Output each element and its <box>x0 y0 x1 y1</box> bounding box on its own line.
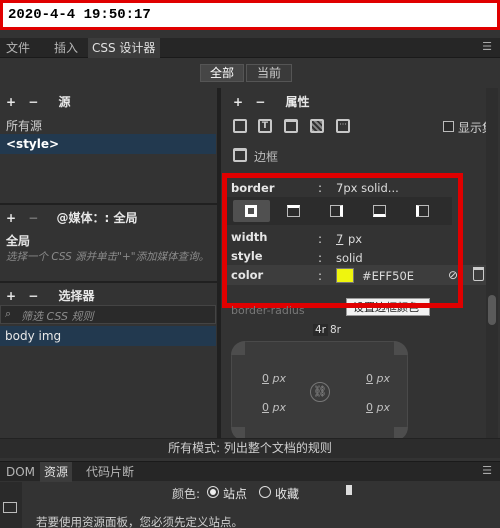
scrollbar-thumb[interactable] <box>488 295 496 325</box>
media-hint: 选择一个 CSS 源并单击"+"添加媒体查询。 <box>6 251 210 263</box>
favorites-radio[interactable] <box>259 486 271 498</box>
add-media-button[interactable]: + <box>6 211 16 225</box>
status-bar: 所有模式: 列出整个文档的规则 <box>0 438 500 458</box>
background-icon[interactable] <box>310 119 324 133</box>
properties-title: 属性 <box>285 95 310 109</box>
source-item-style: <style> <box>6 137 60 151</box>
trash-icon[interactable] <box>473 267 484 281</box>
media-global[interactable]: 全局 <box>6 232 30 249</box>
border-section-icon <box>233 148 247 162</box>
add-source-button[interactable]: + <box>6 95 16 109</box>
section-title: 边框 <box>254 150 279 164</box>
annotation-highlight <box>222 173 463 308</box>
sources-header: + − 源 <box>6 93 211 110</box>
tab-dom[interactable]: DOM <box>2 462 39 482</box>
selector-item: body img <box>5 329 62 343</box>
show-set-checkbox[interactable] <box>443 121 454 132</box>
link-radius-icon[interactable]: ⛓ <box>310 382 330 402</box>
radius-mode-8r[interactable]: 8r <box>330 324 341 336</box>
selector-filter-box[interactable]: ⌕ 筛选 CSS 规则 <box>0 305 216 324</box>
section-divider <box>0 203 217 205</box>
timestamp: 2020-4-4 19:50:17 <box>8 7 151 23</box>
site-radio[interactable] <box>207 486 219 498</box>
mode-current-button[interactable]: 当前 <box>246 64 292 82</box>
media-header: + − @媒体：: 全局 <box>6 209 211 226</box>
border-icon[interactable] <box>284 119 298 133</box>
radius-tl-value[interactable]: 0 px <box>262 372 286 385</box>
source-item-all[interactable]: 所有源 <box>6 117 42 134</box>
radius-bl-value[interactable]: 0 px <box>262 401 286 414</box>
tab-snippets[interactable]: 代码片断 <box>82 462 138 482</box>
border-radius-preview: ⛓ <box>231 341 408 441</box>
panel-divider[interactable] <box>217 88 221 438</box>
remove-property-button[interactable]: − <box>255 95 265 109</box>
corner-top-left[interactable] <box>231 341 245 355</box>
section-divider <box>0 281 217 283</box>
remove-media-button[interactable]: − <box>28 211 38 225</box>
more-icon[interactable]: ··· <box>336 119 350 133</box>
menu-icon[interactable]: ☰ <box>482 464 492 477</box>
panel-tab-bar: 文件 插入 CSS 设计器 ☰ <box>0 38 500 58</box>
radius-br-value[interactable]: 0 px <box>366 401 390 414</box>
tab-insert[interactable]: 插入 <box>50 38 82 58</box>
layout-icon[interactable] <box>233 119 247 133</box>
media-title: @媒体：: 全局 <box>56 211 138 225</box>
favorites-radio-label[interactable]: 收藏 <box>275 485 299 502</box>
tab-file[interactable]: 文件 <box>2 38 34 58</box>
selectors-header: + − 选择器 <box>6 287 211 304</box>
timestamp-bar: 2020-4-4 19:50:17 <box>0 0 500 30</box>
tab-css-designer[interactable]: CSS 设计器 <box>88 38 160 58</box>
search-icon: ⌕ <box>5 307 12 320</box>
radio-dot <box>210 489 216 495</box>
bottom-tab-bar: DOM 资源 代码片断 ☰ <box>0 461 500 482</box>
site-radio-label[interactable]: 站点 <box>223 485 247 502</box>
remove-source-button[interactable]: − <box>28 95 38 109</box>
corner-top-right[interactable] <box>394 341 408 355</box>
assets-color-label: 颜色: <box>172 487 201 501</box>
properties-scrollbar[interactable] <box>486 88 498 438</box>
remove-selector-button[interactable]: − <box>28 289 38 303</box>
border-radius-label: border-radius <box>231 304 305 317</box>
mode-all-button[interactable]: 全部 <box>200 64 244 82</box>
properties-header: + − 属性 <box>233 93 483 110</box>
selector-filter-placeholder: 筛选 CSS 规则 <box>21 310 94 323</box>
bookmark-icon[interactable] <box>346 485 352 495</box>
radius-mode-4r[interactable]: 4r <box>313 324 328 336</box>
selectors-title: 选择器 <box>58 289 95 303</box>
selector-item-row[interactable]: body img <box>0 326 216 346</box>
add-selector-button[interactable]: + <box>6 289 16 303</box>
text-icon[interactable]: T <box>258 119 272 133</box>
assets-message: 若要使用资源面板，您必须先定义站点。 <box>36 515 243 528</box>
add-property-button[interactable]: + <box>233 95 243 109</box>
assets-sidebar <box>0 482 22 528</box>
source-item-style-row[interactable]: <style> <box>0 134 216 154</box>
tab-assets[interactable]: 资源 <box>40 462 73 482</box>
radius-tr-value[interactable]: 0 px <box>366 372 390 385</box>
image-icon[interactable] <box>3 502 17 513</box>
menu-icon[interactable]: ☰ <box>482 40 492 53</box>
sources-title: 源 <box>58 95 71 109</box>
